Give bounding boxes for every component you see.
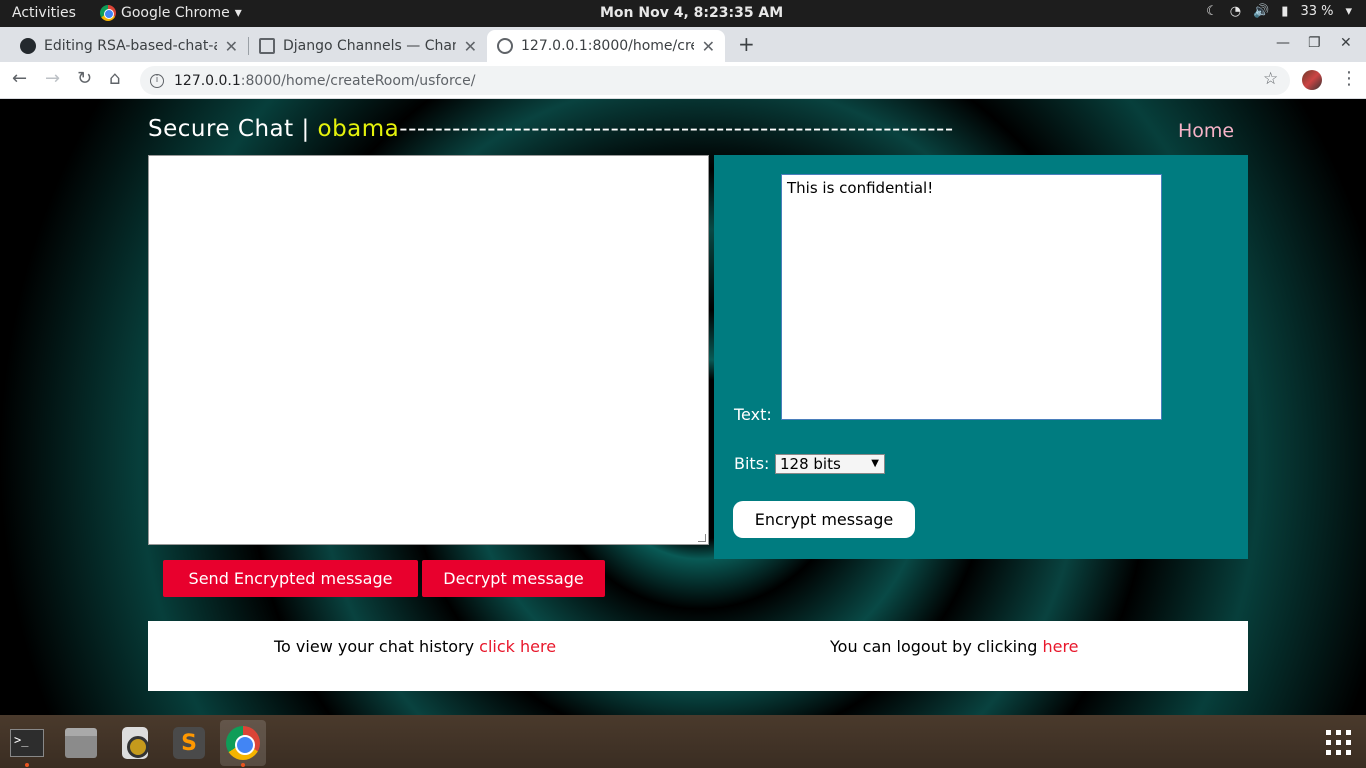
history-notice: To view your chat history click here: [274, 637, 556, 656]
back-button[interactable]: ←: [12, 68, 27, 89]
globe-icon: [497, 38, 513, 54]
battery-icon: ▮: [1281, 4, 1289, 19]
wifi-icon: ◔: [1229, 4, 1242, 19]
history-text: To view your chat history: [274, 637, 480, 656]
tab-title: Editing RSA-based-chat-ap: [44, 38, 217, 54]
chat-log-textarea[interactable]: [148, 155, 709, 545]
bits-selected-value: 128 bits: [780, 455, 841, 473]
url-path: :8000/home/createRoom/usforce/: [240, 72, 476, 89]
footer-box: To view your chat history click here You…: [148, 621, 1248, 691]
message-textarea[interactable]: This is confidential!: [781, 174, 1162, 420]
speaker-icon: [122, 727, 149, 759]
page-title: Secure Chat | obama---------------------…: [148, 116, 954, 142]
night-light-icon: ☾: [1206, 4, 1218, 19]
app-menu[interactable]: Google Chrome ▾: [100, 5, 242, 21]
tab-github[interactable]: Editing RSA-based-chat-ap ✕: [10, 30, 248, 62]
system-tray[interactable]: ☾ ◔ 🔊 ▮ 33 % ▾: [1206, 4, 1352, 19]
close-window-button[interactable]: ✕: [1340, 35, 1352, 51]
tab-strip: Editing RSA-based-chat-ap ✕ Django Chann…: [0, 27, 1366, 62]
chrome-icon: [226, 726, 260, 760]
tab-title: Django Channels — Chann: [283, 38, 456, 54]
heading-dashes: ----------------------------------------…: [399, 116, 954, 142]
url-host: 127.0.0.1: [174, 72, 241, 89]
text-label: Text:: [734, 405, 772, 424]
sound-app-launcher[interactable]: [112, 720, 158, 766]
chrome-launcher[interactable]: [220, 720, 266, 767]
files-launcher[interactable]: [58, 720, 104, 766]
tab-title: 127.0.0.1:8000/home/crea: [521, 38, 694, 54]
close-icon[interactable]: ✕: [225, 37, 238, 56]
document-icon: [259, 38, 275, 54]
sublime-text-icon: S: [173, 727, 205, 759]
logout-notice: You can logout by clicking here: [830, 637, 1079, 656]
encrypt-panel: This is confidential! Text: Bits: 128 bi…: [714, 155, 1248, 559]
bookmark-star-icon[interactable]: ☆: [1263, 69, 1278, 89]
web-page: Secure Chat | obama---------------------…: [0, 99, 1366, 715]
tab-django-channels[interactable]: Django Channels — Chann ✕: [249, 30, 487, 62]
resize-handle[interactable]: [698, 534, 706, 542]
reload-button[interactable]: ↻: [77, 68, 92, 89]
chevron-down-icon: ▾: [234, 5, 242, 21]
clock[interactable]: Mon Nov 4, 8:23:35 AM: [600, 5, 783, 21]
close-icon[interactable]: ✕: [702, 37, 715, 56]
system-top-bar: Activities Google Chrome ▾ Mon Nov 4, 8:…: [0, 0, 1366, 27]
logout-text: You can logout by clicking: [830, 637, 1043, 656]
chrome-icon: [100, 5, 116, 21]
username: obama: [317, 116, 400, 142]
bits-label: Bits:: [734, 454, 770, 473]
home-link[interactable]: Home: [1178, 120, 1234, 142]
avatar[interactable]: [1302, 70, 1322, 90]
dropdown-arrow-icon: ▼: [871, 458, 879, 469]
decrypt-message-button[interactable]: Decrypt message: [422, 560, 605, 597]
address-bar[interactable]: i 127.0.0.1:8000/home/createRoom/usforce…: [140, 66, 1290, 95]
volume-icon: 🔊: [1253, 4, 1270, 19]
running-indicator: [25, 763, 29, 767]
terminal-launcher[interactable]: >_: [4, 720, 50, 767]
bits-select[interactable]: 128 bits ▼: [775, 454, 885, 474]
home-icon[interactable]: ⌂: [109, 68, 120, 89]
close-icon[interactable]: ✕: [464, 37, 477, 56]
info-icon[interactable]: i: [150, 73, 164, 88]
show-applications-icon[interactable]: [1326, 730, 1352, 756]
activities-button[interactable]: Activities: [12, 5, 76, 21]
taskbar: >_ S: [0, 715, 1366, 768]
sublime-launcher[interactable]: S: [166, 720, 212, 766]
heading-prefix: Secure Chat |: [148, 116, 318, 142]
new-tab-button[interactable]: +: [738, 32, 755, 56]
forward-button[interactable]: →: [45, 68, 60, 89]
files-icon: [65, 728, 97, 758]
chevron-down-icon: ▾: [1345, 4, 1352, 19]
minimize-button[interactable]: —: [1276, 35, 1290, 51]
browser-toolbar: ← → ↻ ⌂ i 127.0.0.1:8000/home/createRoom…: [0, 62, 1366, 99]
encrypt-message-button[interactable]: Encrypt message: [733, 501, 915, 538]
running-indicator: [241, 763, 245, 767]
app-menu-label: Google Chrome: [121, 5, 230, 21]
history-link[interactable]: click here: [479, 637, 556, 656]
menu-icon[interactable]: ⋮: [1340, 68, 1358, 89]
terminal-icon: >_: [10, 729, 44, 757]
send-encrypted-message-button[interactable]: Send Encrypted message: [163, 560, 418, 597]
battery-level: 33 %: [1300, 4, 1334, 19]
maximize-button[interactable]: ❐: [1308, 35, 1321, 51]
logout-link[interactable]: here: [1042, 637, 1078, 656]
tab-localhost[interactable]: 127.0.0.1:8000/home/crea ✕: [487, 30, 725, 62]
github-icon: [20, 38, 36, 54]
